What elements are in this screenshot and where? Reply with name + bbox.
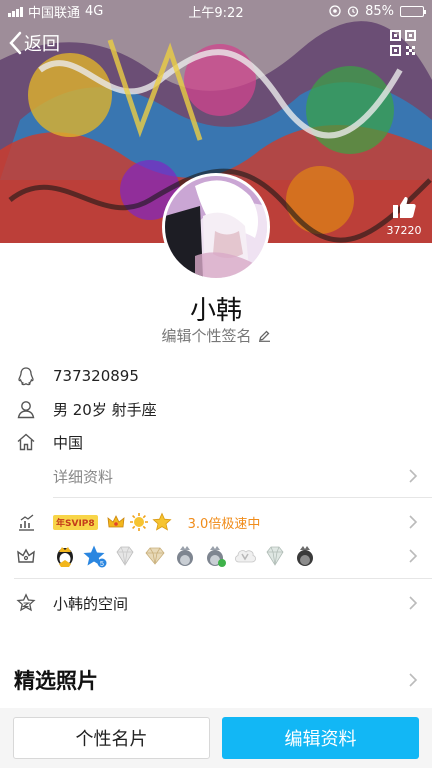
back-label: 返回 [24, 34, 60, 55]
pencil-icon [258, 330, 270, 342]
signal-icon [8, 6, 23, 17]
star-icon [152, 512, 172, 531]
carrier-label: 中国联通 [28, 5, 81, 21]
chevron-right-icon [409, 549, 418, 563]
clock: 上午9:22 [188, 5, 244, 21]
v-cloud-icon [235, 550, 256, 563]
green-penguin-icon [207, 546, 226, 567]
profile-card-button[interactable]: 个性名片 [13, 717, 210, 759]
avatar[interactable] [162, 173, 270, 281]
thumbs-up-icon [393, 197, 416, 218]
featured-photos-row[interactable] [0, 670, 432, 690]
like-button[interactable]: 37220 [384, 195, 424, 237]
qq-penguin-icon [18, 367, 34, 386]
like-count: 37220 [386, 224, 422, 237]
location: 中国 [53, 433, 84, 452]
chevron-right-icon [409, 673, 418, 687]
home-icon [17, 433, 35, 451]
blue-star-icon: 5 [83, 545, 107, 568]
nav-bar: 返回 [0, 26, 432, 62]
divider [14, 578, 432, 579]
svip-badge: 年SVIP8 [53, 514, 98, 530]
detail-info-label: 详细资料 [53, 467, 114, 486]
grey-diamond-icon [116, 546, 134, 566]
level-chart-icon [19, 514, 34, 531]
signature-prompt: 编辑个性签名 [161, 327, 252, 345]
back-button[interactable]: 返回 [8, 30, 60, 56]
dark-penguin-icon [297, 546, 313, 566]
person-icon [17, 401, 35, 419]
edit-profile-button[interactable]: 编辑资料 [222, 717, 419, 759]
status-bar: 中国联通 4G 上午9:22 85% [0, 0, 432, 22]
silver-diamond-icon [266, 546, 284, 566]
qq-number-row: 737320895 [0, 365, 432, 387]
network-type: 4G [85, 3, 104, 19]
nickname: 小韩 [189, 296, 242, 326]
divider [53, 497, 432, 498]
bottom-action-bar: 个性名片 编辑资料 [0, 708, 432, 768]
location-icon [329, 5, 341, 17]
qzone-row[interactable]: 小韩的空间 [0, 591, 432, 615]
badges-row[interactable]: 5 [0, 543, 432, 569]
personal-info-row: 男 20岁 射手座 [0, 398, 432, 420]
qr-code-icon[interactable] [390, 30, 416, 56]
chevron-right-icon [409, 596, 418, 610]
battery-percent: 85% [365, 3, 394, 19]
qzone-star-icon [16, 593, 36, 612]
signature-edit[interactable]: 编辑个性签名 [0, 325, 432, 346]
battery-icon [400, 5, 426, 17]
vip-level-row[interactable]: 年SVIP8 3.0倍极速中 [0, 510, 432, 534]
sun-icon [129, 513, 148, 531]
speed-status: 3.0倍极速中 [187, 516, 261, 532]
detail-info-row[interactable]: 详细资料 [0, 464, 432, 488]
gender-age-zodiac: 男 20岁 射手座 [53, 400, 157, 419]
qq-member-icon [57, 547, 73, 567]
svg-text:5: 5 [100, 561, 104, 568]
badge-crown-outline-icon [17, 548, 35, 563]
gold-diamond-icon [145, 547, 165, 565]
chevron-left-icon [9, 31, 22, 55]
qq-number: 737320895 [53, 367, 139, 385]
alarm-icon [347, 6, 359, 17]
grey-penguin-icon [177, 546, 193, 566]
crown-icon [107, 515, 125, 528]
chevron-right-icon [409, 515, 418, 529]
avatar-image [165, 176, 267, 278]
chevron-right-icon [409, 469, 418, 483]
qzone-label: 小韩的空间 [53, 594, 129, 613]
location-row: 中国 [0, 431, 432, 453]
